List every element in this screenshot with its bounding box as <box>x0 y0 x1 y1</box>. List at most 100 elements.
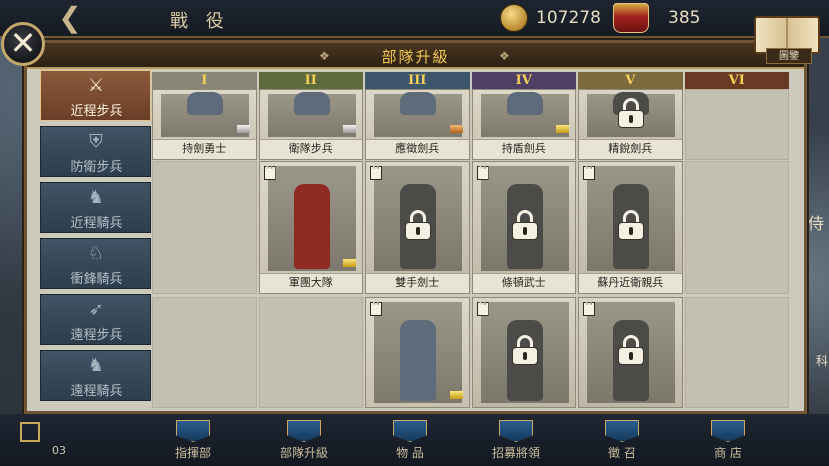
nav-banner-icon <box>287 420 321 442</box>
unit-card[interactable]: 軍團大隊 <box>258 161 363 294</box>
empty-slot <box>152 297 257 408</box>
tier-header-6: VI <box>684 72 789 89</box>
nav-banner-icon <box>393 420 427 442</box>
horse-head-icon: ♞ <box>87 187 105 208</box>
bottom-navigation: 指揮部 部隊升級 物 品 招募將領 徵 召 商 店 <box>0 414 829 466</box>
gold-coin-icon <box>500 4 528 32</box>
tower-icon <box>476 302 489 316</box>
rank-badge-icon <box>449 125 463 133</box>
unit-name: 應徵劍兵 <box>395 142 440 155</box>
unit-card[interactable]: 衛隊步兵 <box>258 89 363 160</box>
tower-icon <box>583 302 595 316</box>
unit-card[interactable]: 持盾劍兵 <box>471 89 576 160</box>
lock-icon <box>511 210 538 240</box>
sidebar-item-2[interactable]: ♞ 近程騎兵 <box>40 182 151 233</box>
empty-slot <box>684 161 789 294</box>
tower-icon <box>370 166 382 180</box>
codex-button[interactable]: 圖鑒 <box>752 14 824 64</box>
unit-name: 軍團大隊 <box>288 276 333 289</box>
nav-banner-icon <box>605 420 639 442</box>
edge-label-right: 侍 <box>808 214 825 233</box>
tower-icon <box>370 302 382 316</box>
horse-archer-icon: ♞ <box>87 355 105 376</box>
soldier-figure <box>293 184 330 269</box>
unit-card[interactable] <box>365 297 470 408</box>
nav-item-0[interactable]: 指揮部 <box>153 444 233 462</box>
nav-item-1[interactable]: 部隊升級 <box>264 444 344 462</box>
coin-count: 107278 <box>536 8 601 28</box>
unit-card[interactable]: 條頓武士 <box>471 161 576 294</box>
bow-icon: ➶ <box>88 299 104 320</box>
unit-card[interactable] <box>578 297 683 408</box>
page-number: 03 <box>52 444 66 457</box>
unit-name: 衛隊步兵 <box>288 142 333 155</box>
tower-icon <box>476 166 489 180</box>
sidebar-item-label: 衝鋒騎兵 <box>70 272 123 287</box>
sidebar-item-label: 近程騎兵 <box>70 216 123 231</box>
sidebar-item-1[interactable]: ⛨ 防衛步兵 <box>40 126 151 177</box>
close-button[interactable]: ✕ <box>1 22 45 66</box>
unit-card[interactable]: 精銳劍兵 <box>578 89 683 160</box>
unit-card[interactable] <box>471 297 576 408</box>
shield-icon: ⛨ <box>89 131 103 152</box>
rank-badge-icon <box>556 125 569 133</box>
unit-card[interactable]: 應徵劍兵 <box>365 89 470 160</box>
tower-icon <box>263 166 276 180</box>
sidebar-item-label: 遠程步兵 <box>70 328 123 343</box>
nav-item-2[interactable]: 物 品 <box>370 444 450 462</box>
crown-icon <box>613 3 649 33</box>
nav-banner-icon <box>711 420 745 442</box>
unit-name: 持盾劍兵 <box>501 142 546 155</box>
top-bar: ❮ 戰 役 107278 385 <box>0 0 829 38</box>
unit-card[interactable]: 蘇丹近衛親兵 <box>578 161 683 294</box>
soldier-figure <box>400 320 436 401</box>
nav-item-3[interactable]: 招募將領 <box>476 444 556 462</box>
unit-upgrade-grid: I II III IV V VI 持劍勇士 衛隊步兵 應徵劍兵 持盾劍兵 精銳劍兵 軍團大隊 雙手劍士條… <box>152 72 792 408</box>
codex-label: 圖鑒 <box>766 48 812 64</box>
page-indicator-box[interactable] <box>20 422 40 442</box>
unit-card[interactable]: 持劍勇士 <box>152 89 257 160</box>
unit-card[interactable]: 雙手劍士 <box>365 161 470 294</box>
nav-banner-icon <box>176 420 210 442</box>
rank-badge-icon <box>343 259 356 267</box>
rank-badge-icon <box>236 125 250 133</box>
unit-name: 雙手劍士 <box>395 276 440 289</box>
crossed-swords-icon: ⚔ <box>87 75 105 96</box>
back-arrow-icon[interactable]: ❮ <box>50 4 90 32</box>
lock-icon <box>511 335 538 365</box>
empty-slot <box>152 161 257 294</box>
lock-icon <box>618 335 644 365</box>
unit-name: 條頓武士 <box>501 276 546 289</box>
lock-icon <box>405 210 431 240</box>
charging-horse-icon: ♘ <box>87 243 105 264</box>
sidebar-item-label: 遠程騎兵 <box>70 384 123 399</box>
tower-icon <box>583 166 595 180</box>
tier-header-4: IV <box>471 72 576 89</box>
panel-title: 部隊升級 <box>381 48 450 66</box>
edge-label-right-lower: 科 <box>816 354 829 368</box>
nav-banner-icon <box>499 420 533 442</box>
empty-slot <box>258 297 363 408</box>
ornament-right-icon: ❖ <box>499 49 510 63</box>
rank-badge-icon <box>449 391 463 399</box>
nav-item-4[interactable]: 徵 召 <box>582 444 662 462</box>
tier-header-1: I <box>152 72 257 89</box>
tier-header-5: V <box>578 72 683 89</box>
unit-name: 持劍勇士 <box>182 142 227 155</box>
soldier-figure <box>400 92 436 115</box>
nav-item-5[interactable]: 商 店 <box>688 444 768 462</box>
soldier-figure <box>187 92 223 115</box>
sidebar-item-3[interactable]: ♘ 衝鋒騎兵 <box>40 238 151 289</box>
lock-icon <box>618 98 644 128</box>
tier-header-3: III <box>365 72 470 89</box>
sidebar-item-4[interactable]: ➶ 遠程步兵 <box>40 294 151 345</box>
sidebar-item-label: 防衛步兵 <box>70 160 123 175</box>
sidebar-item-5[interactable]: ♞ 遠程騎兵 <box>40 350 151 401</box>
unit-name: 蘇丹近衛親兵 <box>597 276 664 289</box>
rank-badge-icon <box>343 125 356 133</box>
panel-header: ❖ 部隊升級 ❖ <box>27 43 804 69</box>
sidebar-item-0[interactable]: ⚔ 近程步兵 <box>40 70 151 121</box>
crown-count: 385 <box>668 8 701 28</box>
soldier-figure <box>293 92 330 115</box>
unit-category-sidebar: ⚔ 近程步兵 ⛨ 防衛步兵 ♞ 近程騎兵 ♘ 衝鋒騎兵 ➶ 遠程步兵 ♞ 遠程騎兵 <box>40 70 151 406</box>
